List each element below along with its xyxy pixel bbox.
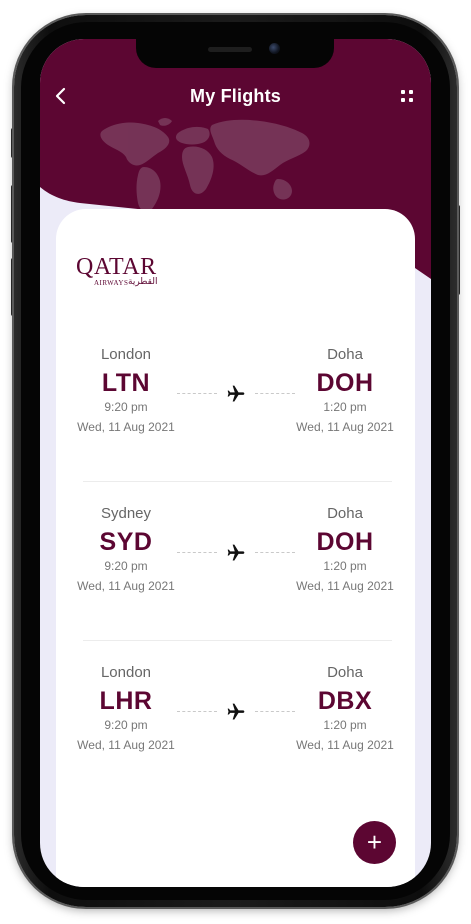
destination-code: DOH xyxy=(316,369,374,397)
add-flight-button[interactable]: + xyxy=(353,821,396,864)
route-line-left xyxy=(177,393,217,394)
camera-icon xyxy=(269,43,280,54)
destination-city: Doha xyxy=(327,346,363,363)
device-notch xyxy=(136,39,334,68)
destination-code: DOH xyxy=(316,528,374,556)
device-mockup: My Flights QATAR AIRWAYS القطرية London … xyxy=(0,0,471,924)
destination-time: 1:20 pm xyxy=(323,400,367,414)
destination-date: Wed, 11 Aug 2021 xyxy=(296,420,394,434)
app-screen: My Flights QATAR AIRWAYS القطرية London … xyxy=(40,39,431,887)
flight-item[interactable]: London LHR 9:20 pm Wed, 11 Aug 2021 Doha… xyxy=(56,664,415,774)
origin-time: 9:20 pm xyxy=(104,400,148,414)
origin-city: Sydney xyxy=(100,505,152,522)
origin-date: Wed, 11 Aug 2021 xyxy=(77,738,175,752)
flight-origin: London LTN 9:20 pm Wed, 11 Aug 2021 xyxy=(61,346,191,435)
airline-logo-arabic: القطرية xyxy=(128,277,158,287)
destination-time: 1:20 pm xyxy=(323,559,367,573)
plus-icon: + xyxy=(366,827,383,857)
origin-date: Wed, 11 Aug 2021 xyxy=(77,579,175,593)
page-title: My Flights xyxy=(190,86,281,106)
flight-destination: Doha DOH 1:20 pm Wed, 11 Aug 2021 xyxy=(280,346,410,435)
flight-divider xyxy=(83,640,392,641)
flight-origin: London LHR 9:20 pm Wed, 11 Aug 2021 xyxy=(61,664,191,753)
origin-code: LTN xyxy=(101,369,151,397)
airline-logo-subtitle: AIRWAYS xyxy=(94,279,129,287)
destination-city: Doha xyxy=(327,664,363,681)
origin-time: 9:20 pm xyxy=(104,718,148,732)
destination-date: Wed, 11 Aug 2021 xyxy=(296,738,394,752)
menu-button[interactable] xyxy=(398,87,416,105)
flight-item[interactable]: Sydney SYD 9:20 pm Wed, 11 Aug 2021 Doha… xyxy=(56,505,415,615)
flight-divider xyxy=(83,481,392,482)
destination-date: Wed, 11 Aug 2021 xyxy=(296,579,394,593)
flight-item[interactable]: London LTN 9:20 pm Wed, 11 Aug 2021 Doha… xyxy=(56,346,415,456)
origin-city: London xyxy=(100,346,152,363)
route-line-left xyxy=(177,552,217,553)
origin-code: LHR xyxy=(99,687,153,715)
origin-date: Wed, 11 Aug 2021 xyxy=(77,420,175,434)
origin-code: SYD xyxy=(99,528,153,556)
flight-destination: Doha DBX 1:20 pm Wed, 11 Aug 2021 xyxy=(280,664,410,753)
flight-destination: Doha DOH 1:20 pm Wed, 11 Aug 2021 xyxy=(280,505,410,594)
origin-city: London xyxy=(100,664,152,681)
flight-origin: Sydney SYD 9:20 pm Wed, 11 Aug 2021 xyxy=(61,505,191,594)
grid-dots-icon xyxy=(401,90,413,102)
airline-logo: QATAR AIRWAYS القطرية xyxy=(76,254,166,287)
destination-time: 1:20 pm xyxy=(323,718,367,732)
speaker-grille xyxy=(208,47,252,52)
origin-time: 9:20 pm xyxy=(104,559,148,573)
destination-city: Doha xyxy=(327,505,363,522)
airplane-icon xyxy=(227,385,245,402)
flights-card: QATAR AIRWAYS القطرية London LTN 9:20 pm… xyxy=(56,209,415,887)
destination-code: DBX xyxy=(317,687,373,715)
airplane-icon xyxy=(227,544,245,561)
route-line-left xyxy=(177,711,217,712)
airplane-icon xyxy=(227,703,245,720)
